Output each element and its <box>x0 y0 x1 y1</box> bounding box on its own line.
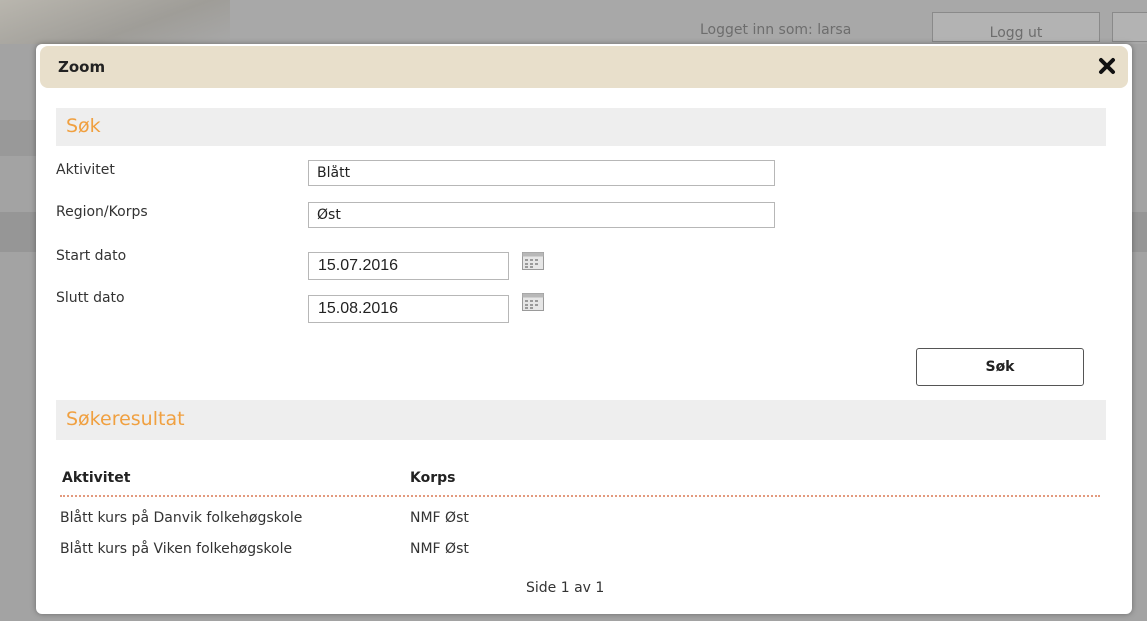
calendar-icon[interactable] <box>522 293 544 311</box>
column-header-corps: Korps <box>410 470 456 486</box>
table-row[interactable]: Blått kurs på Danvik folkehøgskole NMF Ø… <box>36 510 1132 534</box>
zoom-dialog: Zoom Søk Aktivitet Region/Korps Start da… <box>36 44 1132 614</box>
cell-activity: Blått kurs på Viken folkehøgskole <box>60 541 293 557</box>
region-label: Region/Korps <box>56 204 148 220</box>
table-row[interactable]: Blått kurs på Viken folkehøgskole NMF Øs… <box>36 541 1132 565</box>
start-date-label: Start dato <box>56 248 127 264</box>
column-header-activity: Aktivitet <box>62 470 131 486</box>
search-button[interactable]: Søk <box>916 348 1084 386</box>
activity-input[interactable] <box>308 160 775 186</box>
close-icon[interactable] <box>1096 54 1118 78</box>
background-logo <box>0 0 230 44</box>
dialog-title: Zoom <box>58 58 106 76</box>
start-date-input[interactable] <box>308 252 509 280</box>
cell-corps: NMF Øst <box>410 510 469 526</box>
end-date-input[interactable] <box>308 295 509 323</box>
pagination-text: Side 1 av 1 <box>526 580 605 596</box>
region-input[interactable] <box>308 202 775 228</box>
logged-in-text: Logget inn som: larsa <box>700 22 852 38</box>
search-section-header: Søk <box>56 108 1106 146</box>
cell-activity: Blått kurs på Danvik folkehøgskole <box>60 510 303 526</box>
results-section-header: Søkeresultat <box>56 400 1106 440</box>
calendar-icon[interactable] <box>522 252 544 270</box>
results-section-title: Søkeresultat <box>66 408 185 430</box>
activity-label: Aktivitet <box>56 162 115 178</box>
background-strip <box>0 120 40 156</box>
end-date-label: Slutt dato <box>56 290 125 306</box>
header-divider <box>60 495 1100 497</box>
background-button <box>1112 12 1147 42</box>
dialog-titlebar: Zoom <box>40 46 1128 88</box>
cell-corps: NMF Øst <box>410 541 469 557</box>
search-section-title: Søk <box>66 115 101 137</box>
logout-button: Logg ut <box>932 12 1100 42</box>
